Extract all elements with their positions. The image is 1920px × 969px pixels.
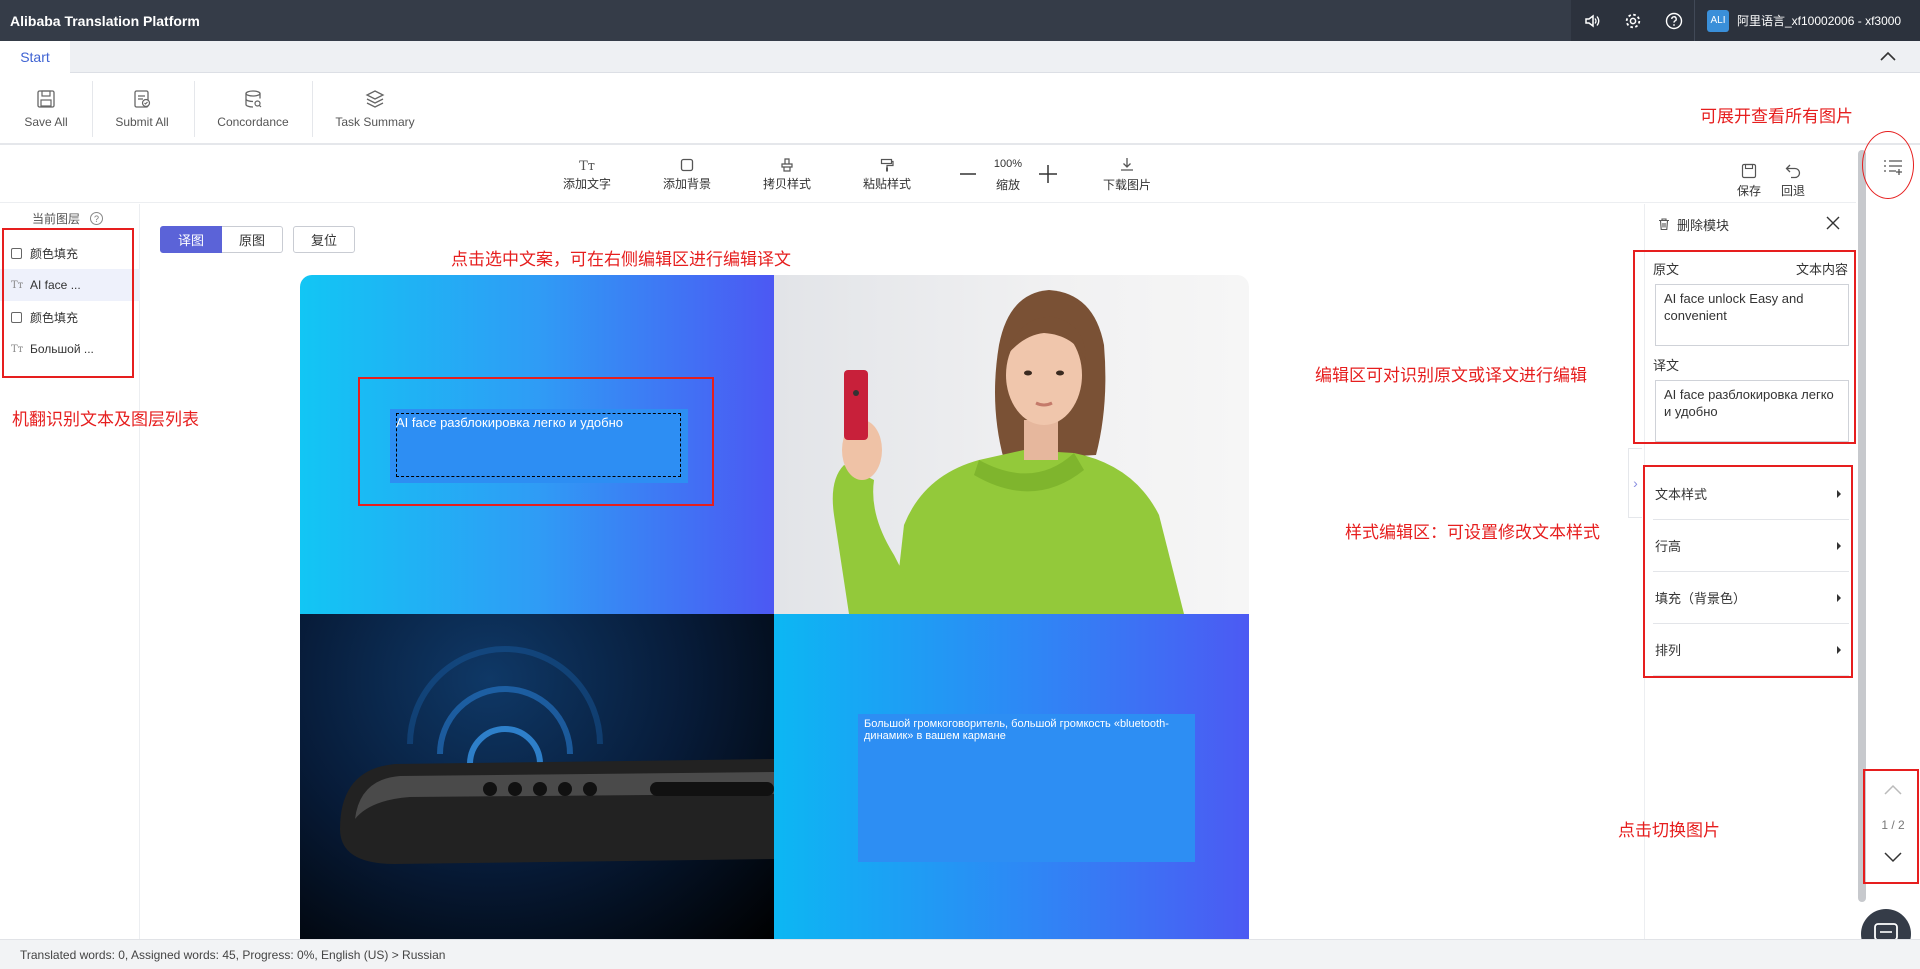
paste-style-button[interactable]: 粘贴样式 (860, 147, 914, 203)
layer-panel-title: 当前图层 (32, 212, 81, 226)
title-bar: Alibaba Translation Platform ALI 阿里语言_xf… (0, 0, 1920, 41)
image-canvas[interactable]: AI face разблокировка легко и удобно Бол… (300, 275, 1249, 939)
status-bar: Translated words: 0, Assigned words: 45,… (0, 939, 1920, 969)
save-all-label: Save All (24, 115, 68, 129)
image-quadrant-bottom-right: Большой громкоговоритель, большой громко… (774, 614, 1249, 939)
add-background-button[interactable]: 添加背景 (660, 147, 714, 203)
submit-icon (134, 90, 151, 108)
annotation-box (358, 377, 714, 506)
user-name: 阿里语言_xf10002006 - xf3000 (1737, 14, 1902, 28)
annotation-text: 可展开查看所有图片 (1700, 107, 1853, 127)
woman-selfie-illustration (832, 290, 1184, 614)
save-button[interactable]: 保存 (1734, 153, 1764, 209)
annotation-box (1633, 250, 1856, 444)
tab-bar: Start (0, 41, 1920, 73)
submit-all-button[interactable]: Submit All (110, 73, 174, 145)
add-text-label: 添加文字 (562, 176, 611, 191)
minus-icon (960, 172, 976, 175)
canvas-text: Большой громкоговоритель, большой громко… (864, 718, 1169, 742)
trash-icon (1659, 218, 1669, 231)
help-icon[interactable]: ? (90, 212, 104, 225)
zoom-control: 100% 缩放 (990, 147, 1026, 203)
annotation-box (1643, 465, 1853, 678)
app-title: Alibaba Translation Platform (10, 12, 200, 29)
original-view-button[interactable]: 原图 (222, 226, 283, 253)
layers-icon (365, 90, 385, 108)
text-icon: Tт (579, 158, 595, 174)
editor-toolbar: Tт 添加文字 添加背景 拷贝样式 粘贴样式 100% 缩放 下载图片 保存 回… (0, 147, 1856, 203)
user-menu[interactable]: ALI 阿里语言_xf10002006 - xf3000 (1694, 0, 1920, 41)
annotation-text: 编辑区可对识别原文或译文进行编辑 (1315, 366, 1587, 386)
annotation-circle (1862, 131, 1914, 199)
panel-toggle-tab[interactable]: › (1628, 448, 1642, 518)
delete-module-button[interactable]: 删除模块 (1657, 214, 1847, 234)
concordance-button[interactable]: Concordance (212, 73, 294, 145)
divider (92, 81, 93, 137)
paste-style-label: 粘贴样式 (862, 177, 911, 191)
main-toolbar: Save All Submit All Concordance Task Sum… (0, 73, 1920, 145)
text-block[interactable]: Большой громкоговоритель, большой громко… (858, 714, 1195, 862)
download-icon (1121, 158, 1133, 171)
view-toggle: 译图 原图 复位 (160, 226, 355, 253)
gear-icon[interactable] (1612, 0, 1653, 41)
phone-speaker-illustration (340, 646, 774, 864)
zoom-in-button[interactable] (1038, 147, 1058, 203)
zoom-out-button[interactable] (958, 147, 978, 203)
undo-button[interactable]: 回退 (1778, 153, 1808, 209)
save-icon (1741, 163, 1757, 179)
divider (312, 81, 313, 137)
annotation-text: 机翻识别文本及图层列表 (12, 410, 199, 430)
square-icon (680, 158, 694, 172)
delete-module-label: 删除模块 (1677, 217, 1730, 233)
image-quadrant-top-right (774, 275, 1249, 614)
save-icon (37, 90, 55, 108)
database-icon (245, 90, 262, 108)
zoom-value: 100% (993, 157, 1023, 170)
help-icon[interactable] (1653, 0, 1694, 41)
divider (194, 81, 195, 137)
paint-roller-icon (880, 158, 894, 172)
chevron-up-icon[interactable] (1878, 47, 1898, 67)
copy-style-label: 拷贝样式 (762, 177, 811, 191)
submit-all-label: Submit All (115, 115, 169, 129)
annotation-box (1863, 769, 1919, 884)
annotation-text: 点击选中文案，可在右侧编辑区进行编辑译文 (451, 250, 791, 270)
task-summary-label: Task Summary (335, 115, 415, 129)
save-all-button[interactable]: Save All (18, 73, 74, 145)
layer-panel-header: 当前图层 ? (32, 210, 104, 227)
add-text-button[interactable]: Tт 添加文字 (560, 147, 614, 203)
annotation-box (2, 228, 134, 378)
reset-button[interactable]: 复位 (293, 226, 355, 253)
undo-icon (1785, 164, 1801, 179)
task-summary-button[interactable]: Task Summary (330, 73, 420, 145)
copy-style-button[interactable]: 拷贝样式 (760, 147, 814, 203)
plus-icon (1039, 164, 1057, 183)
close-icon[interactable] (1826, 216, 1840, 235)
download-label: 下载图片 (1102, 178, 1151, 192)
add-background-label: 添加背景 (662, 177, 711, 191)
download-image-button[interactable]: 下载图片 (1100, 147, 1154, 203)
speaker-icon[interactable] (1571, 0, 1612, 41)
tab-start[interactable]: Start (0, 41, 70, 73)
chevron-right-icon: › (1633, 475, 1638, 491)
avatar: ALI (1707, 9, 1729, 32)
save-label: 保存 (1736, 184, 1761, 198)
concordance-label: Concordance (217, 115, 289, 129)
translated-view-button[interactable]: 译图 (160, 226, 222, 253)
zoom-label: 缩放 (995, 177, 1020, 192)
annotation-text: 样式编辑区：可设置修改文本样式 (1345, 523, 1600, 543)
image-quadrant-bottom-left (300, 614, 774, 939)
status-text: Translated words: 0, Assigned words: 45,… (20, 947, 446, 962)
undo-label: 回退 (1780, 184, 1805, 198)
brush-icon (781, 158, 793, 172)
annotation-text: 点击切换图片 (1618, 821, 1720, 841)
